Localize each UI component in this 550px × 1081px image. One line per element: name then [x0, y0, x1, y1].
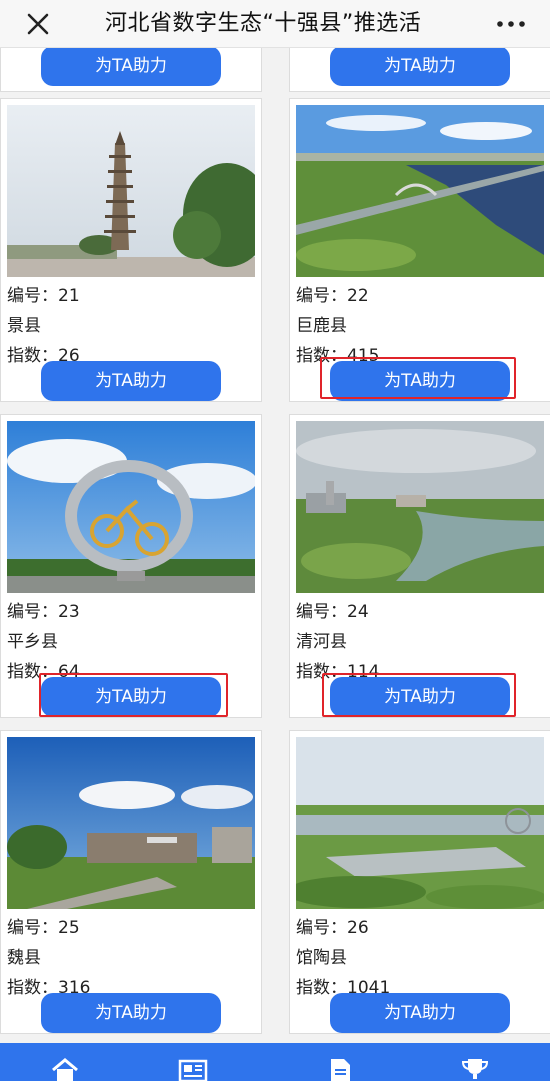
trophy-icon[interactable]	[460, 1057, 490, 1081]
home-icon[interactable]	[50, 1057, 80, 1081]
candidate-card: 编号：22 巨鹿县 指数：415 为TA助力	[289, 98, 550, 402]
candidate-number: 编号：25	[7, 918, 80, 938]
candidate-number: 编号：23	[7, 602, 80, 622]
county-name: 魏县	[7, 948, 41, 968]
more-icon[interactable]	[494, 12, 528, 36]
candidate-card: 编号：26 馆陶县 指数：1041 为TA助力	[289, 730, 550, 1034]
candidate-list[interactable]: 为TA助力 为TA助力 编号：21 景县 指数：26 为TA助力 编号：22 巨…	[0, 48, 550, 1043]
bottom-nav	[0, 1043, 550, 1081]
highlight-box	[39, 673, 228, 717]
title-bar: 河北省数字生态“十强县”推选活	[0, 0, 550, 48]
document-icon[interactable]	[325, 1057, 355, 1081]
museum-building-photo	[7, 737, 255, 909]
news-icon[interactable]	[178, 1057, 208, 1081]
page-title: 河北省数字生态“十强县”推选活	[105, 11, 422, 36]
candidate-number: 编号：24	[296, 602, 369, 622]
river-bridge-aerial-photo	[296, 105, 544, 277]
candidate-number: 编号：21	[7, 286, 80, 306]
vote-button[interactable]: 为TA助力	[41, 48, 221, 86]
ferris-wheel-park-photo	[296, 737, 544, 909]
candidate-card: 编号：21 景县 指数：26 为TA助力	[0, 98, 262, 402]
river-park-aerial-photo	[296, 421, 544, 593]
county-name: 清河县	[296, 632, 347, 652]
candidate-number: 编号：26	[296, 918, 369, 938]
highlight-box	[320, 357, 516, 399]
county-name: 巨鹿县	[296, 316, 347, 336]
vote-button[interactable]: 为TA助力	[41, 361, 221, 401]
previous-card-right: 为TA助力	[289, 48, 550, 92]
vote-button[interactable]: 为TA助力	[330, 993, 510, 1033]
vote-button[interactable]: 为TA助力	[330, 48, 510, 86]
close-icon[interactable]	[22, 8, 54, 40]
candidate-card: 编号：23 平乡县 指数：64 为TA助力	[0, 414, 262, 718]
pagoda-photo	[7, 105, 255, 277]
candidate-number: 编号：22	[296, 286, 369, 306]
county-name: 馆陶县	[296, 948, 347, 968]
previous-card-left: 为TA助力	[0, 48, 262, 92]
candidate-card: 编号：25 魏县 指数：316 为TA助力	[0, 730, 262, 1034]
highlight-box	[322, 673, 516, 717]
county-name: 平乡县	[7, 632, 58, 652]
bicycle-sculpture-photo	[7, 421, 255, 593]
vote-button[interactable]: 为TA助力	[41, 993, 221, 1033]
candidate-card: 编号：24 清河县 指数：114 为TA助力	[289, 414, 550, 718]
county-name: 景县	[7, 316, 41, 336]
